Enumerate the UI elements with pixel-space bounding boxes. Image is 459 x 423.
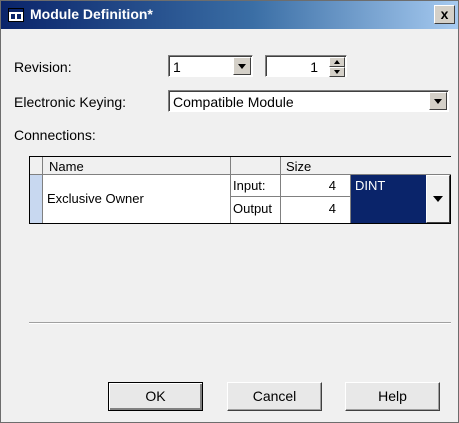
spin-down-icon[interactable]	[329, 67, 345, 77]
electronic-keying-value: Compatible Module	[173, 94, 294, 110]
revision-minor-value: 1	[310, 59, 318, 75]
input-size-cell[interactable]: 4	[281, 175, 351, 197]
grid-corner	[30, 157, 43, 175]
module-window-icon	[8, 8, 24, 22]
revision-major-select[interactable]: 1	[168, 55, 253, 77]
module-definition-dialog: Module Definition* x Revision: 1 1 Elect…	[0, 0, 459, 423]
name-column-header: Name	[43, 157, 231, 175]
close-icon: x	[440, 6, 449, 22]
chevron-down-icon[interactable]	[426, 175, 450, 223]
ok-button[interactable]: OK	[108, 382, 203, 411]
chevron-down-icon[interactable]	[233, 57, 251, 75]
title-bar: Module Definition* x	[1, 1, 458, 29]
connections-label: Connections:	[14, 127, 96, 143]
separator	[29, 322, 451, 324]
data-type-select[interactable]: DINT	[351, 175, 426, 223]
connections-grid: Name Size Exclusive Owner Input: Output …	[29, 156, 451, 224]
io-column-header	[231, 157, 281, 175]
electronic-keying-label: Electronic Keying:	[14, 94, 127, 110]
output-label-cell: Output	[231, 197, 281, 223]
window-title: Module Definition*	[30, 6, 153, 22]
input-label-cell: Input:	[231, 175, 281, 197]
size-column-header: Size	[281, 157, 451, 175]
output-size-cell[interactable]: 4	[281, 197, 351, 223]
cancel-button[interactable]: Cancel	[227, 382, 322, 411]
electronic-keying-select[interactable]: Compatible Module	[168, 90, 449, 112]
revision-major-value: 1	[173, 59, 181, 75]
help-button[interactable]: Help	[345, 382, 440, 411]
revision-minor-spinner[interactable]: 1	[265, 55, 347, 77]
spin-up-icon[interactable]	[329, 57, 345, 67]
revision-label: Revision:	[14, 59, 72, 75]
chevron-down-icon[interactable]	[429, 92, 447, 110]
close-button[interactable]: x	[434, 5, 455, 24]
row-selector[interactable]	[30, 175, 43, 223]
connection-name-cell[interactable]: Exclusive Owner	[43, 175, 231, 223]
